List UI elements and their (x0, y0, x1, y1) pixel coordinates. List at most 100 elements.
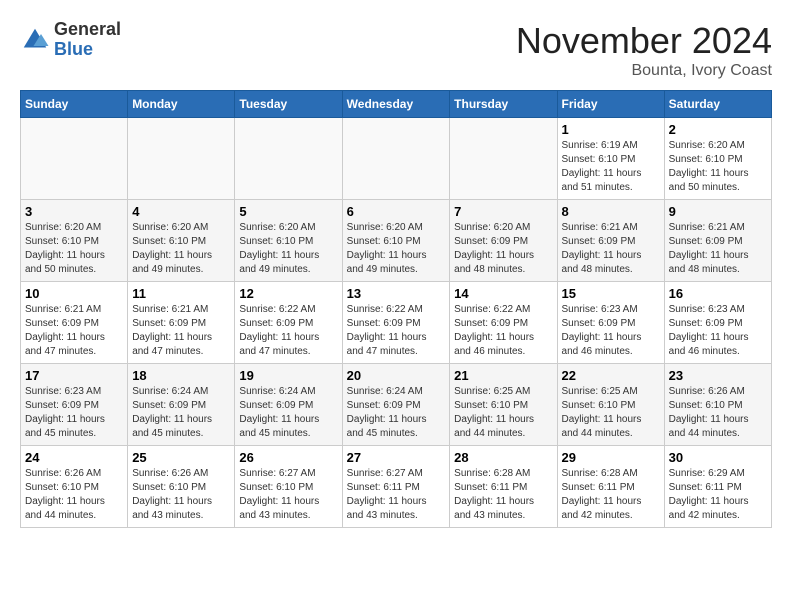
calendar-day-cell: 3Sunrise: 6:20 AMSunset: 6:10 PMDaylight… (21, 200, 128, 282)
day-number: 26 (239, 450, 337, 465)
day-number: 30 (669, 450, 767, 465)
day-info: Sunrise: 6:26 AMSunset: 6:10 PMDaylight:… (132, 467, 230, 523)
day-number: 21 (454, 368, 552, 383)
day-info: Sunrise: 6:23 AMSunset: 6:09 PMDaylight:… (562, 303, 660, 359)
day-info: Sunrise: 6:24 AMSunset: 6:09 PMDaylight:… (132, 385, 230, 441)
day-info: Sunrise: 6:20 AMSunset: 6:10 PMDaylight:… (347, 221, 446, 277)
day-info: Sunrise: 6:21 AMSunset: 6:09 PMDaylight:… (132, 303, 230, 359)
logo: General Blue (20, 20, 121, 60)
calendar-day-cell: 6 Sunrise: 6:20 AMSunset: 6:10 PMDaylight… (342, 200, 450, 282)
day-number: 18 (132, 368, 230, 383)
calendar-day-cell (342, 118, 450, 200)
day-info: Sunrise: 6:19 AMSunset: 6:10 PMDaylight:… (562, 139, 660, 195)
calendar-header-tuesday: Tuesday (235, 91, 342, 118)
month-title: November 2024 (516, 20, 772, 62)
day-number: 17 (25, 368, 123, 383)
calendar-day-cell: 7 Sunrise: 6:20 AMSunset: 6:09 PMDaylight… (450, 200, 557, 282)
day-info: Sunrise: 6:23 AMSunset: 6:09 PMDaylight:… (25, 385, 123, 441)
calendar-day-cell: 25Sunrise: 6:26 AMSunset: 6:10 PMDayligh… (128, 446, 235, 528)
calendar-day-cell: 11Sunrise: 6:21 AMSunset: 6:09 PMDayligh… (128, 282, 235, 364)
day-info: Sunrise: 6:22 AMSunset: 6:09 PMDaylight:… (347, 303, 446, 359)
calendar-day-cell (450, 118, 557, 200)
header: General Blue November 2024 Bounta, Ivory… (20, 20, 772, 80)
calendar-day-cell: 29 Sunrise: 6:28 AMSunset: 6:11 PMDayligh… (557, 446, 664, 528)
calendar: SundayMondayTuesdayWednesdayThursdayFrid… (20, 90, 772, 528)
calendar-day-cell: 13Sunrise: 6:22 AMSunset: 6:09 PMDayligh… (342, 282, 450, 364)
calendar-day-cell: 12Sunrise: 6:22 AMSunset: 6:09 PMDayligh… (235, 282, 342, 364)
location-title: Bounta, Ivory Coast (516, 62, 772, 80)
calendar-day-cell: 22Sunrise: 6:25 AMSunset: 6:10 PMDayligh… (557, 364, 664, 446)
day-number: 9 (669, 204, 767, 219)
day-number: 6 (347, 204, 446, 219)
day-info: Sunrise: 6:24 AMSunset: 6:09 PMDaylight:… (239, 385, 337, 441)
calendar-day-cell: 28Sunrise: 6:28 AMSunset: 6:11 PMDayligh… (450, 446, 557, 528)
day-number: 5 (239, 204, 337, 219)
day-info: Sunrise: 6:24 AMSunset: 6:09 PMDaylight:… (347, 385, 446, 441)
day-info: Sunrise: 6:23 AMSunset: 6:09 PMDaylight:… (669, 303, 767, 359)
logo-text: General Blue (54, 20, 121, 60)
day-number: 2 (669, 122, 767, 137)
calendar-day-cell (21, 118, 128, 200)
calendar-day-cell: 21 Sunrise: 6:25 AMSunset: 6:10 PMDayligh… (450, 364, 557, 446)
calendar-day-cell: 26Sunrise: 6:27 AMSunset: 6:10 PMDayligh… (235, 446, 342, 528)
calendar-header-sunday: Sunday (21, 91, 128, 118)
calendar-day-cell: 14Sunrise: 6:22 AMSunset: 6:09 PMDayligh… (450, 282, 557, 364)
calendar-day-cell: 16 Sunrise: 6:23 AMSunset: 6:09 PMDayligh… (664, 282, 771, 364)
day-number: 4 (132, 204, 230, 219)
day-number: 23 (669, 368, 767, 383)
calendar-day-cell (128, 118, 235, 200)
calendar-week-row: 24 Sunrise: 6:26 AMSunset: 6:10 PMDayligh… (21, 446, 772, 528)
calendar-header-monday: Monday (128, 91, 235, 118)
day-number: 22 (562, 368, 660, 383)
day-info: Sunrise: 6:20 AMSunset: 6:10 PMDaylight:… (239, 221, 337, 277)
day-info: Sunrise: 6:22 AMSunset: 6:09 PMDaylight:… (239, 303, 337, 359)
calendar-header-row: SundayMondayTuesdayWednesdayThursdayFrid… (21, 91, 772, 118)
day-info: Sunrise: 6:20 AMSunset: 6:10 PMDaylight:… (132, 221, 230, 277)
day-number: 10 (25, 286, 123, 301)
calendar-day-cell: 17 Sunrise: 6:23 AMSunset: 6:09 PMDayligh… (21, 364, 128, 446)
calendar-day-cell: 1 Sunrise: 6:19 AMSunset: 6:10 PMDaylight… (557, 118, 664, 200)
calendar-header-friday: Friday (557, 91, 664, 118)
day-info: Sunrise: 6:21 AMSunset: 6:09 PMDaylight:… (562, 221, 660, 277)
calendar-header-thursday: Thursday (450, 91, 557, 118)
day-number: 16 (669, 286, 767, 301)
calendar-day-cell: 20 Sunrise: 6:24 AMSunset: 6:09 PMDayligh… (342, 364, 450, 446)
calendar-header-saturday: Saturday (664, 91, 771, 118)
day-info: Sunrise: 6:26 AMSunset: 6:10 PMDaylight:… (669, 385, 767, 441)
day-number: 8 (562, 204, 660, 219)
calendar-day-cell: 30Sunrise: 6:29 AMSunset: 6:11 PMDayligh… (664, 446, 771, 528)
title-area: November 2024 Bounta, Ivory Coast (516, 20, 772, 80)
calendar-day-cell: 15 Sunrise: 6:23 AMSunset: 6:09 PMDayligh… (557, 282, 664, 364)
calendar-day-cell: 8 Sunrise: 6:21 AMSunset: 6:09 PMDaylight… (557, 200, 664, 282)
day-number: 28 (454, 450, 552, 465)
calendar-day-cell: 19Sunrise: 6:24 AMSunset: 6:09 PMDayligh… (235, 364, 342, 446)
day-info: Sunrise: 6:28 AMSunset: 6:11 PMDaylight:… (562, 467, 660, 523)
day-info: Sunrise: 6:22 AMSunset: 6:09 PMDaylight:… (454, 303, 552, 359)
day-info: Sunrise: 6:20 AMSunset: 6:09 PMDaylight:… (454, 221, 552, 277)
day-number: 29 (562, 450, 660, 465)
day-info: Sunrise: 6:27 AMSunset: 6:11 PMDaylight:… (347, 467, 446, 523)
day-info: Sunrise: 6:20 AMSunset: 6:10 PMDaylight:… (669, 139, 767, 195)
day-number: 24 (25, 450, 123, 465)
calendar-day-cell: 23 Sunrise: 6:26 AMSunset: 6:10 PMDayligh… (664, 364, 771, 446)
calendar-day-cell: 5 Sunrise: 6:20 AMSunset: 6:10 PMDaylight… (235, 200, 342, 282)
day-info: Sunrise: 6:20 AMSunset: 6:10 PMDaylight:… (25, 221, 123, 277)
day-info: Sunrise: 6:21 AMSunset: 6:09 PMDaylight:… (25, 303, 123, 359)
day-info: Sunrise: 6:25 AMSunset: 6:10 PMDaylight:… (454, 385, 552, 441)
calendar-day-cell: 4 Sunrise: 6:20 AMSunset: 6:10 PMDaylight… (128, 200, 235, 282)
day-info: Sunrise: 6:26 AMSunset: 6:10 PMDaylight:… (25, 467, 123, 523)
logo-blue-text: Blue (54, 40, 121, 60)
calendar-week-row: 10 Sunrise: 6:21 AMSunset: 6:09 PMDayligh… (21, 282, 772, 364)
day-number: 7 (454, 204, 552, 219)
calendar-header-wednesday: Wednesday (342, 91, 450, 118)
calendar-week-row: 17 Sunrise: 6:23 AMSunset: 6:09 PMDayligh… (21, 364, 772, 446)
day-number: 1 (562, 122, 660, 137)
day-number: 20 (347, 368, 446, 383)
day-number: 15 (562, 286, 660, 301)
calendar-week-row: 1 Sunrise: 6:19 AMSunset: 6:10 PMDaylight… (21, 118, 772, 200)
calendar-week-row: 3Sunrise: 6:20 AMSunset: 6:10 PMDaylight… (21, 200, 772, 282)
logo-icon (20, 25, 50, 55)
calendar-day-cell (235, 118, 342, 200)
calendar-day-cell: 24 Sunrise: 6:26 AMSunset: 6:10 PMDayligh… (21, 446, 128, 528)
calendar-day-cell: 27Sunrise: 6:27 AMSunset: 6:11 PMDayligh… (342, 446, 450, 528)
